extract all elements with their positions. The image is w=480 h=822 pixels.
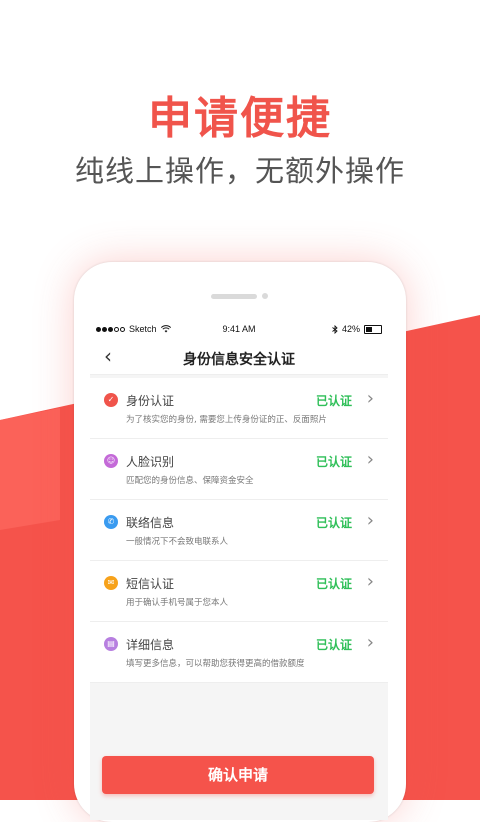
item-title: 详细信息: [126, 638, 175, 652]
item-title: 人脸识别: [126, 455, 175, 469]
status-badge: 已认证: [315, 455, 352, 469]
hero-subtitle: 纯线上操作，无额外操作: [74, 154, 405, 188]
list-item-face[interactable]: ☺ 人脸识别 已认证 › 匹配您的身份信息、保障资金安全: [90, 439, 388, 500]
nav-bar: ‹ 身份信息安全认证: [90, 340, 388, 375]
status-badge: 已认证: [315, 516, 352, 530]
battery-icon: [364, 324, 382, 334]
battery-percent: 42%: [341, 324, 360, 334]
item-desc: 用于确认手机号属于您本人: [126, 598, 229, 608]
document-icon: ▤: [104, 637, 118, 651]
item-desc: 一般情况下不会致电联系人: [126, 537, 229, 547]
status-badge: 已认证: [315, 394, 352, 408]
verification-list: ✓ 身份认证 已认证 › 为了核实您的身份, 需要您上传身份证的正、反面照片 ☺…: [90, 378, 388, 683]
page-title: 身份信息安全认证: [183, 352, 295, 368]
chevron-right-icon: ›: [366, 388, 374, 409]
item-title: 短信认证: [126, 577, 175, 591]
phone-camera: [262, 293, 268, 299]
phone-speaker: [211, 294, 257, 299]
status-bar: Sketch 9:41 AM 42%: [90, 320, 388, 340]
phone-mockup: Sketch 9:41 AM 42% ‹ 身份信息安全认证 ✓ 身份认证 已认证…: [74, 262, 406, 822]
status-badge: 已认证: [315, 577, 352, 591]
item-title: 联络信息: [126, 516, 175, 530]
chevron-right-icon: ›: [366, 571, 374, 592]
chevron-right-icon: ›: [366, 510, 374, 531]
item-desc: 填写更多信息，可以帮助您获得更高的借款额度: [126, 659, 305, 669]
item-desc: 为了核实您的身份, 需要您上传身份证的正、反面照片: [126, 415, 327, 425]
list-item-sms[interactable]: ✉ 短信认证 已认证 › 用于确认手机号属于您本人: [90, 561, 388, 622]
chevron-right-icon: ›: [366, 632, 374, 653]
list-item-contacts[interactable]: ✆ 联络信息 已认证 › 一般情况下不会致电联系人: [90, 500, 388, 561]
face-icon: ☺: [104, 454, 118, 468]
hero-title: 申请便捷: [148, 93, 332, 144]
item-title: 身份认证: [126, 394, 175, 408]
list-item-identity[interactable]: ✓ 身份认证 已认证 › 为了核实您的身份, 需要您上传身份证的正、反面照片: [90, 378, 388, 439]
list-item-details[interactable]: ▤ 详细信息 已认证 › 填写更多信息，可以帮助您获得更高的借款额度: [90, 622, 388, 683]
confirm-button[interactable]: 确认申请: [102, 756, 374, 794]
bluetooth-icon: [332, 324, 338, 334]
phone-screen: Sketch 9:41 AM 42% ‹ 身份信息安全认证 ✓ 身份认证 已认证…: [90, 320, 388, 820]
phone-icon: ✆: [104, 515, 118, 529]
status-badge: 已认证: [315, 638, 352, 652]
item-desc: 匹配您的身份信息、保障资金安全: [126, 476, 254, 486]
mail-icon: ✉: [104, 576, 118, 590]
shield-icon: ✓: [104, 393, 118, 407]
chevron-right-icon: ›: [366, 449, 374, 470]
